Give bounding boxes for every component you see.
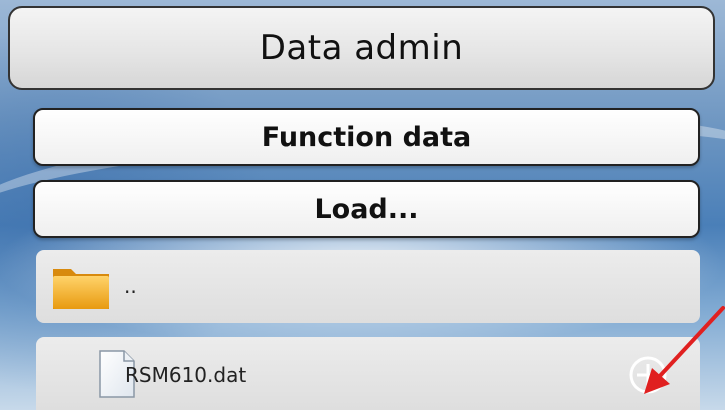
page-title: Data admin — [8, 6, 715, 90]
list-item-file[interactable]: RSM610.dat — [36, 337, 700, 410]
screen-background: Data admin Function data Load... .. RSM6… — [0, 0, 725, 410]
list-item-label: .. — [124, 274, 137, 298]
list-item-parent-folder[interactable]: .. — [36, 250, 700, 323]
add-circle-icon[interactable] — [628, 355, 668, 395]
folder-icon — [53, 269, 109, 309]
load-button[interactable]: Load... — [33, 180, 700, 238]
list-item-label: RSM610.dat — [125, 363, 247, 387]
function-data-button[interactable]: Function data — [33, 108, 700, 166]
